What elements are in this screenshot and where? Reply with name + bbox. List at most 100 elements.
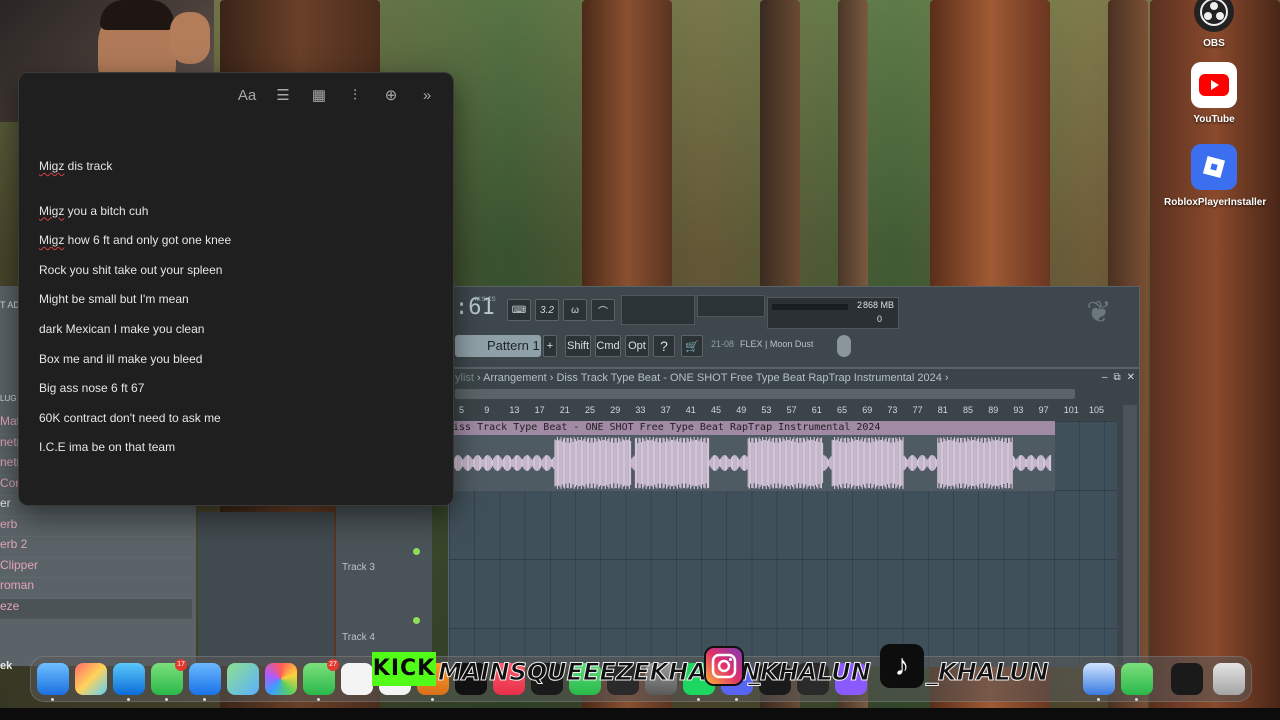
ruler-tick-label: 69 bbox=[862, 405, 873, 415]
running-indicator bbox=[697, 698, 700, 701]
ruler-tick-label: 93 bbox=[1013, 405, 1024, 415]
loop-record-button[interactable]: ω bbox=[563, 299, 587, 321]
output-monitor bbox=[697, 295, 765, 317]
desktop-icon-youtube[interactable]: YouTube bbox=[1166, 62, 1262, 125]
track-label[interactable]: Track 3 bbox=[342, 562, 375, 573]
shift-button[interactable]: Shift bbox=[565, 335, 591, 357]
typing-keyboard-button[interactable]: ⌨ bbox=[507, 299, 531, 321]
ruler-tick-label: 57 bbox=[786, 405, 797, 415]
fl-toolbar: :61 M:S:CS ⌨ 3.2 ω ⌒ 2 868 MB 0 Pattern … bbox=[448, 286, 1140, 368]
instagram-icon bbox=[704, 646, 744, 686]
note-content[interactable]: Migz dis track Migz you a bitch cuh Migz… bbox=[39, 157, 433, 468]
pattern-selector[interactable]: Pattern 1 bbox=[455, 335, 541, 357]
vertical-scrollbar[interactable] bbox=[1123, 405, 1137, 665]
mixer-item[interactable]: eze bbox=[0, 598, 192, 619]
playlist-window: ylist › Arrangement › Diss Track Type Be… bbox=[448, 368, 1140, 667]
fl-logo-icon: ❦ bbox=[1086, 296, 1112, 329]
quicktime-icon[interactable] bbox=[1083, 663, 1115, 695]
trash-icon[interactable] bbox=[1213, 663, 1245, 695]
ruler-tick-label: 65 bbox=[837, 405, 848, 415]
running-indicator bbox=[317, 698, 320, 701]
more-icon[interactable]: » bbox=[409, 80, 445, 110]
cpu-memory-meter: 2 868 MB 0 bbox=[767, 297, 899, 329]
note-line: Migz how 6 ft and only got one knee bbox=[39, 233, 232, 248]
facetime-icon[interactable]: 27 bbox=[303, 659, 339, 695]
ruler-tick-label: 97 bbox=[1038, 405, 1049, 415]
launchpad-icon[interactable] bbox=[75, 663, 107, 695]
ruler-tick-label: 45 bbox=[711, 405, 722, 415]
time-unit: M:S:CS bbox=[475, 297, 496, 303]
audio-icon[interactable]: ⫶ bbox=[337, 80, 373, 110]
minimize-icon[interactable]: – bbox=[1102, 369, 1108, 387]
playlist-title: ylist › Arrangement › Diss Track Type Be… bbox=[455, 372, 949, 384]
desktop-icon-obs[interactable]: OBS bbox=[1166, 0, 1262, 49]
misspelled-word: Migz bbox=[39, 203, 65, 218]
audio-clip[interactable]: iss Track Type Beat - ONE SHOT Free Type… bbox=[449, 421, 1055, 491]
text-format-icon[interactable]: Aa bbox=[229, 80, 265, 110]
add-pattern-button[interactable]: + bbox=[543, 335, 557, 357]
metronome-button[interactable]: ⌒ bbox=[591, 299, 615, 321]
running-indicator bbox=[51, 698, 54, 701]
desktop-icon-label: RobloxPlayerInstaller bbox=[1164, 197, 1267, 208]
safari-icon[interactable] bbox=[113, 663, 145, 695]
timeline-ruler[interactable]: 5 9 13 17 21 25 29 33 37 41 45 49 53 57 61 65 69 73 77 81 85… bbox=[449, 405, 1127, 419]
mixer-bottom-label: ek bbox=[0, 660, 13, 672]
track-mute-led[interactable] bbox=[413, 617, 420, 624]
ruler-tick-label: 25 bbox=[585, 405, 596, 415]
globe-icon[interactable] bbox=[837, 335, 851, 357]
desktop-icon-label: OBS bbox=[1203, 38, 1225, 49]
track-headers: Track 3 Track 4 bbox=[336, 502, 432, 666]
mixer-item[interactable]: erb bbox=[0, 517, 192, 537]
track-label[interactable]: Track 4 bbox=[342, 632, 375, 643]
photos-icon[interactable] bbox=[265, 663, 297, 695]
close-icon[interactable]: ✕ bbox=[1127, 369, 1135, 387]
news-ticker[interactable]: 21-08 FLEX | Moon Dust bbox=[711, 339, 813, 349]
running-indicator bbox=[431, 698, 434, 701]
mixer-header: T AD bbox=[0, 300, 20, 310]
ruler-tick-label: 73 bbox=[887, 405, 898, 415]
table-icon[interactable]: ▦ bbox=[301, 80, 337, 110]
notification-badge: 17 bbox=[175, 659, 187, 671]
ruler-tick-label: 61 bbox=[811, 405, 822, 415]
opt-button[interactable]: Opt bbox=[625, 335, 649, 357]
ruler-tick-label: 29 bbox=[610, 405, 621, 415]
cart-icon[interactable]: 🛒 bbox=[681, 335, 703, 357]
note-line: Migz you a bitch cuh bbox=[39, 203, 149, 218]
instagram-handle: _KHALUN bbox=[748, 658, 872, 687]
facetime-icon[interactable] bbox=[1121, 663, 1153, 695]
ruler-tick-label: 85 bbox=[963, 405, 974, 415]
restore-icon[interactable]: ⧉ bbox=[1113, 369, 1120, 387]
mixer-item[interactable]: roman bbox=[0, 578, 192, 599]
ruler-tick-label: 21 bbox=[559, 405, 570, 415]
running-indicator bbox=[165, 698, 168, 701]
note-line: dark Mexican I make you clean bbox=[39, 321, 205, 336]
help-icon[interactable]: ? bbox=[653, 335, 675, 357]
cmd-button[interactable]: Cmd bbox=[595, 335, 621, 357]
notification-badge: 27 bbox=[327, 659, 339, 671]
window-controls: – ⧉ ✕ bbox=[1102, 369, 1135, 387]
horizontal-scrollbar[interactable] bbox=[455, 389, 1075, 399]
cpu-bar bbox=[772, 304, 848, 310]
note-title: Migz dis track bbox=[39, 159, 113, 173]
desktop-icon-roblox[interactable]: RobloxPlayerInstaller bbox=[1164, 144, 1267, 209]
checklist-icon[interactable]: ☰ bbox=[265, 80, 301, 110]
ruler-tick-label: 105 bbox=[1089, 405, 1105, 415]
polyphony-value: 0 bbox=[876, 314, 882, 324]
share-icon[interactable]: ⊕ bbox=[373, 80, 409, 110]
messages-icon[interactable]: 17 bbox=[151, 659, 187, 695]
step-edit-button[interactable]: 3.2 bbox=[535, 299, 559, 321]
webcam-person bbox=[100, 0, 174, 30]
mixer-item[interactable]: erb 2 bbox=[0, 537, 192, 558]
freeform-icon[interactable] bbox=[341, 663, 373, 695]
mail-icon[interactable] bbox=[189, 663, 221, 695]
track-mute-led[interactable] bbox=[413, 548, 420, 555]
ruler-tick-label: 89 bbox=[988, 405, 999, 415]
maps-icon[interactable] bbox=[227, 663, 259, 695]
running-indicator bbox=[1097, 698, 1100, 701]
activity-monitor-icon[interactable] bbox=[1171, 663, 1203, 695]
roblox-icon bbox=[1191, 144, 1237, 190]
obs-icon bbox=[1194, 0, 1234, 32]
mixer-item[interactable]: Clipper bbox=[0, 558, 192, 578]
finder-icon[interactable] bbox=[37, 663, 69, 695]
ruler-tick-label: 37 bbox=[660, 405, 671, 415]
